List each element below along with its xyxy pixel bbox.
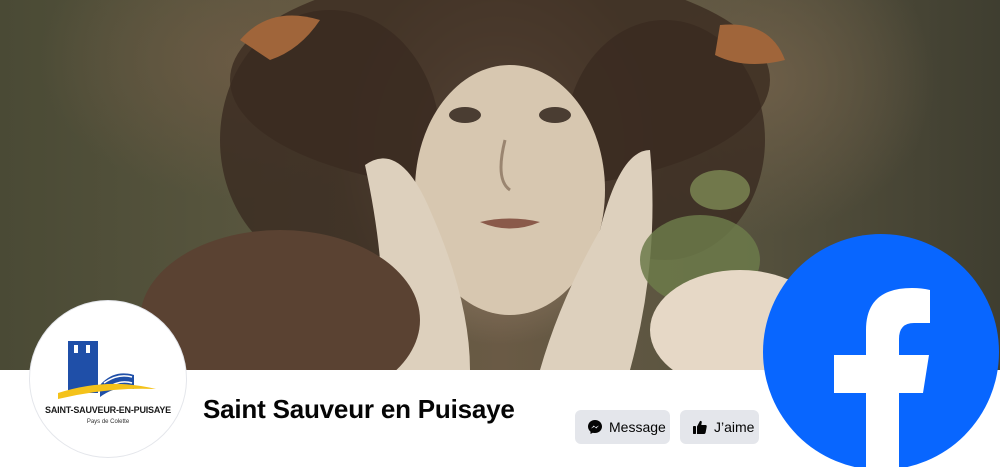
messenger-icon [587,419,603,435]
message-button[interactable]: Message [575,410,670,444]
message-label: Message [609,419,666,435]
logo-name: SAINT-SAUVEUR-EN-PUISAYE [45,405,171,415]
tower-book-icon [58,341,156,399]
profile-picture[interactable]: SAINT-SAUVEUR-EN-PUISAYE Pays de Colette [30,301,186,457]
logo-subtitle: Pays de Colette [86,419,130,425]
facebook-logo-icon [763,234,999,467]
municipality-logo: SAINT-SAUVEUR-EN-PUISAYE Pays de Colette [34,305,182,453]
like-button[interactable]: J’aime [680,410,759,444]
facebook-logo [762,233,1000,467]
thumbs-up-icon [692,419,708,435]
like-label: J’aime [714,419,755,435]
page-title: Saint Sauveur en Puisaye [203,394,515,424]
